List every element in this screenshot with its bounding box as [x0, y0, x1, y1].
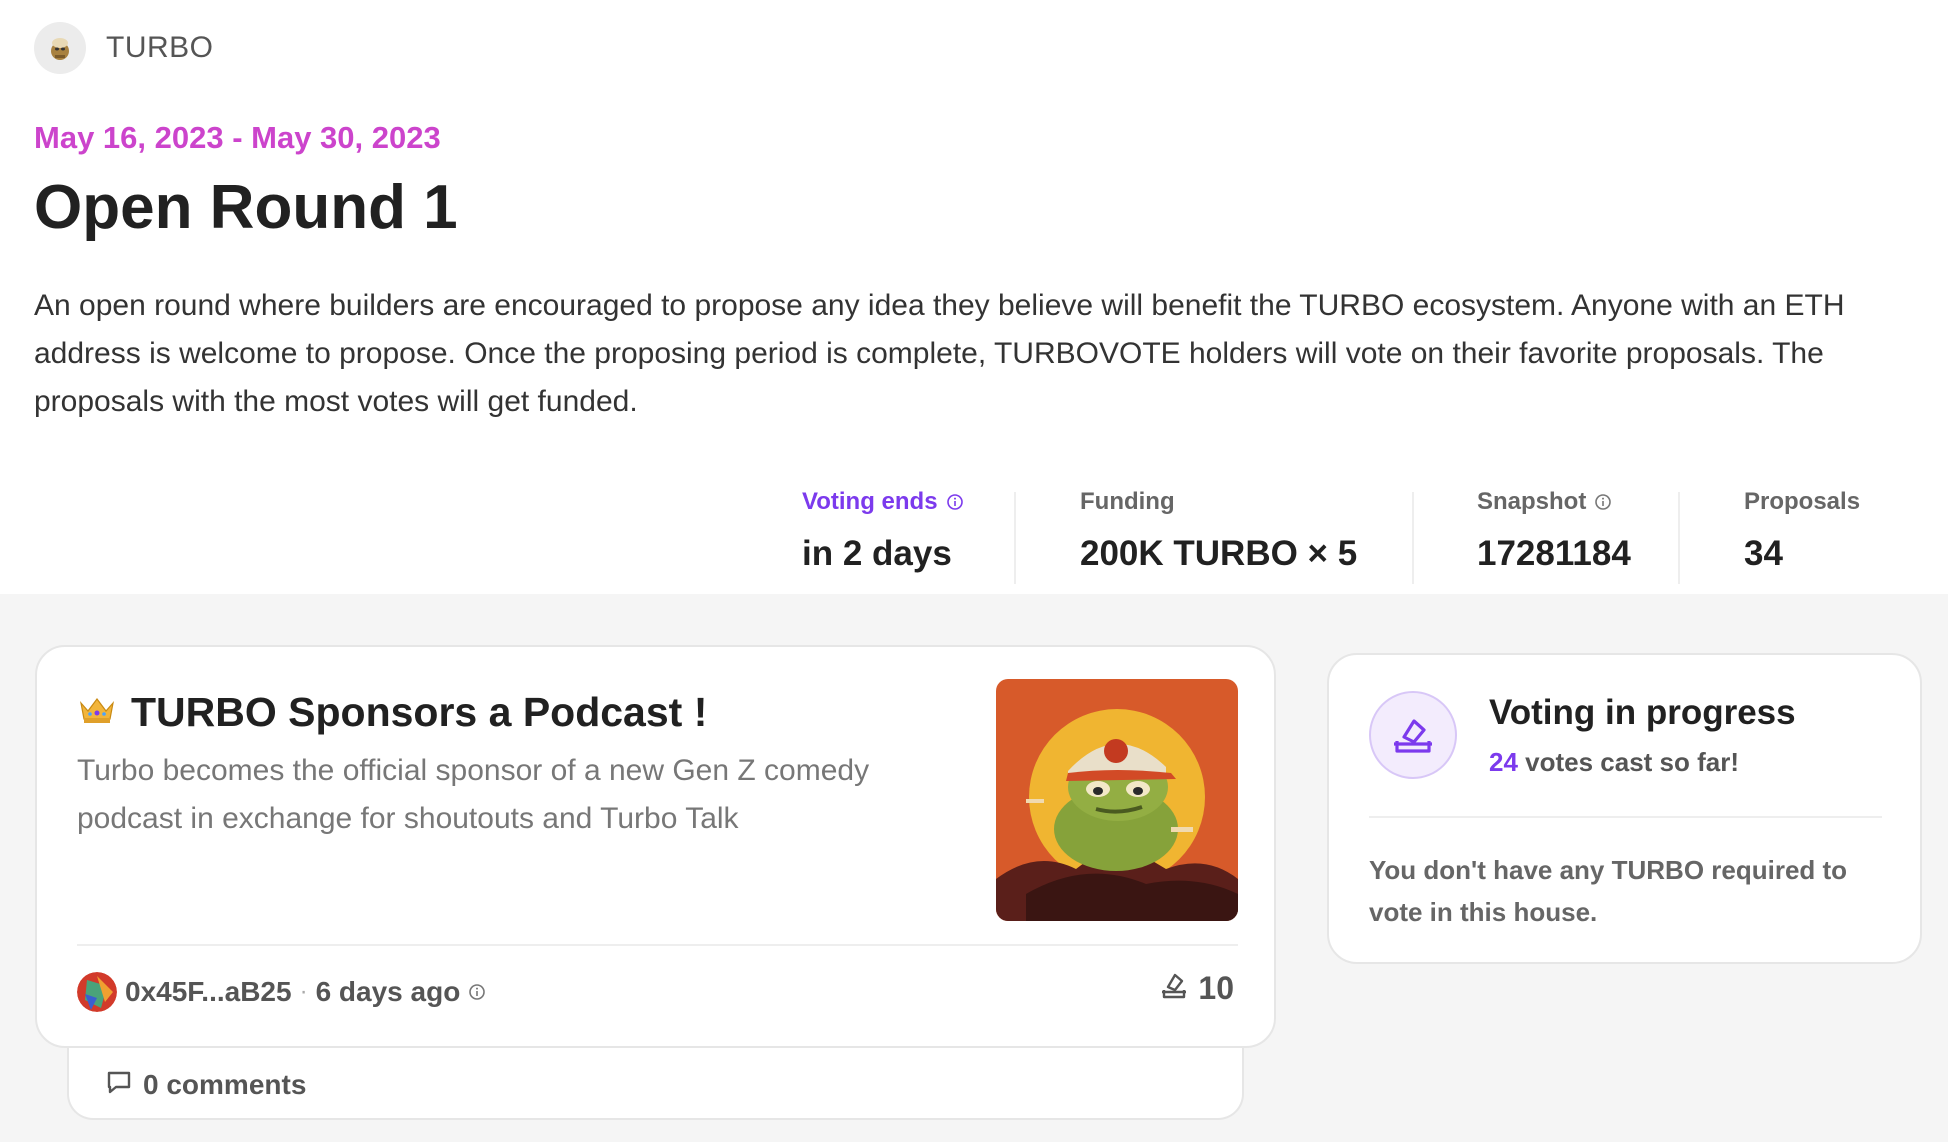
votes-cast-suffix: votes cast so far! — [1517, 747, 1740, 777]
stat-divider — [1014, 492, 1016, 584]
stat-label-snapshot: Snapshot — [1477, 488, 1631, 516]
comments-count[interactable]: 0 comments — [143, 1069, 306, 1101]
comment-icon — [105, 1068, 133, 1101]
voting-eligibility-message: You don't have any TURBO required to vot… — [1369, 855, 1848, 927]
voting-status-title: Voting in progress — [1489, 693, 1796, 732]
stat-snapshot: Snapshot 17281184 — [1477, 488, 1631, 584]
stat-proposals: Proposals 34 — [1744, 488, 1860, 584]
voting-status-panel: Voting in progress 24 votes cast so far!… — [1327, 653, 1922, 964]
avatar[interactable] — [77, 972, 117, 1012]
stat-voting-ends: Voting ends in 2 days — [802, 488, 964, 584]
house-avatar-icon — [34, 22, 86, 74]
comments-link[interactable]: 0 comments — [105, 1068, 306, 1101]
proposal-description: Turbo becomes the official sponsor of a … — [77, 754, 870, 835]
stat-value-voting-ends: in 2 days — [802, 534, 952, 573]
proposal-title-row: TURBO Sponsors a Podcast ! — [79, 689, 707, 736]
stat-label-proposals: Proposals — [1744, 488, 1861, 515]
stat-divider — [1678, 492, 1680, 584]
house-link[interactable]: TURBO — [34, 22, 214, 74]
house-name[interactable]: TURBO — [106, 31, 214, 65]
frog-thumbnail-image — [996, 679, 1238, 921]
stat-funding: Funding 200K TURBO × 5 — [1080, 488, 1357, 584]
info-icon[interactable] — [468, 983, 486, 1001]
round-header: TURBO May 16, 2023 - May 30, 2023 Open R… — [0, 0, 1948, 594]
proposal-meta: 0x45F...aB25 · 6 days ago — [77, 972, 486, 1012]
crown-icon — [79, 695, 115, 730]
round-description: An open round where builders are encoura… — [34, 289, 1845, 418]
ballot-icon — [1369, 691, 1457, 779]
card-divider — [77, 944, 1238, 946]
stat-value-snapshot: 17281184 — [1477, 534, 1631, 573]
info-icon[interactable] — [1594, 493, 1612, 511]
stat-label-voting-ends: Voting ends — [802, 488, 964, 516]
stat-value-proposals: 34 — [1744, 534, 1783, 573]
votes-cast-count: 24 — [1489, 747, 1518, 777]
stat-divider — [1412, 492, 1414, 584]
stat-label-funding: Funding — [1080, 488, 1175, 515]
panel-divider — [1369, 816, 1882, 818]
vote-count-number: 10 — [1198, 970, 1234, 1006]
proposal-card[interactable]: TURBO Sponsors a Podcast ! Turbo becomes… — [35, 645, 1276, 1048]
proposal-time-ago: 6 days ago — [315, 976, 461, 1007]
meta-separator: · — [299, 978, 308, 1005]
round-title: Open Round 1 — [34, 173, 458, 242]
stat-value-funding: 200K TURBO × 5 — [1080, 534, 1358, 573]
proposal-vote-count: 10 — [1160, 970, 1234, 1007]
author-address[interactable]: 0x45F...aB25 — [125, 976, 292, 1008]
votes-cast-text: 24 votes cast so far! — [1489, 747, 1739, 778]
proposal-title[interactable]: TURBO Sponsors a Podcast ! — [131, 689, 707, 736]
info-icon[interactable] — [946, 493, 964, 511]
ballot-icon — [1160, 972, 1188, 1005]
round-dates: May 16, 2023 - May 30, 2023 — [34, 120, 441, 155]
